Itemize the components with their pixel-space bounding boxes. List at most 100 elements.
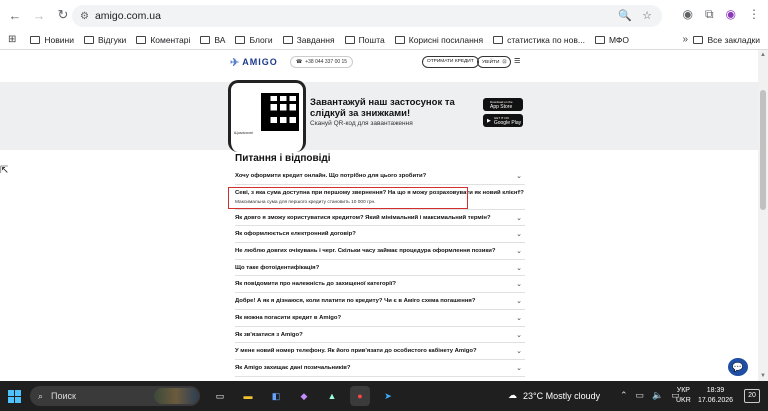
- folder-icon: [594, 35, 605, 44]
- copilot-icon[interactable]: ◆: [294, 386, 314, 406]
- search-icon: ⌕: [38, 390, 44, 401]
- camera-icon[interactable]: ◉: [682, 7, 692, 22]
- chevron-down-icon[interactable]: ⌄: [516, 331, 522, 339]
- chevron-down-icon[interactable]: ⌄: [516, 297, 522, 305]
- app-store-button[interactable]: Download on the App Store: [483, 98, 523, 111]
- chevron-down-icon[interactable]: ⌄: [516, 347, 522, 355]
- bookmark-item[interactable]: Пошта: [344, 35, 385, 45]
- volume-icon: 🔈: [652, 390, 664, 400]
- folder-icon: [235, 35, 246, 44]
- faq-question: Як повідомити про належність до захищено…: [235, 281, 397, 288]
- bookmark-item[interactable]: МФО: [594, 35, 629, 45]
- faq-item[interactable]: У мене новий номер телефону. Як його при…: [235, 343, 525, 360]
- star-icon[interactable]: ☆: [642, 9, 652, 22]
- faq-question: Хочу оформити кредит онлайн. Що потрібно…: [235, 173, 427, 179]
- chevron-down-icon[interactable]: ⌄: [516, 247, 522, 255]
- bookmarks-bar: ⊞ Новини Відгуки Коментарі ВА Блоги Завд…: [0, 30, 768, 50]
- forward-icon[interactable]: →: [30, 6, 48, 24]
- bookmark-item[interactable]: статистика по нов...: [493, 35, 585, 45]
- faq-question: Як довго я зможу користуватися кредитом?…: [235, 214, 491, 221]
- reload-icon[interactable]: ↻: [54, 6, 72, 24]
- language-indicator[interactable]: УКР UKR: [676, 386, 691, 406]
- weather-widget[interactable]: ☁ 23°C Mostly cloudy: [508, 390, 600, 401]
- faq-item[interactable]: Як оформлюється електронний договір? ⌄: [235, 226, 525, 244]
- qr-code: [258, 90, 302, 134]
- windows-icon[interactable]: [8, 390, 21, 403]
- menu-icon[interactable]: ⋮: [748, 7, 760, 22]
- folder-icon: [394, 35, 405, 44]
- get-credit-button[interactable]: ОТРИМАТИ КРЕДИТ: [422, 56, 479, 68]
- task-view-icon[interactable]: ▭: [210, 386, 230, 406]
- all-bookmarks-button[interactable]: Все закладки: [693, 35, 760, 45]
- chevron-down-icon[interactable]: ⌄: [516, 214, 522, 222]
- folder-icon: [200, 35, 211, 44]
- site-header: ✈ AMIGO ☎ +38 044 337 00 15 ОТРИМАТИ КРЕДИ…: [230, 52, 530, 72]
- login-button[interactable]: УВІЙТИ ⊡: [477, 56, 512, 68]
- site-logo[interactable]: ✈ AMIGO: [230, 56, 278, 69]
- folder-icon: [282, 35, 293, 44]
- banner-subtitle: Скануй QR-код для завантаження: [310, 120, 413, 127]
- windows-taskbar: ⌕ Поиск ▭ ▬ ◧ ◆ ▲ ● ➤ ☁ 23°C Mostly cloud…: [0, 381, 768, 411]
- banner-title: Завантажуй наш застосунок та слідкуй за …: [310, 97, 455, 119]
- hamburger-icon[interactable]: ≡: [514, 55, 520, 67]
- faq-item[interactable]: Як повідомити про належність до захищено…: [235, 276, 525, 294]
- folder-icon: [30, 35, 41, 44]
- mouse-cursor: ⇱: [0, 165, 9, 176]
- extensions-icon[interactable]: ⧉: [705, 7, 714, 22]
- chevron-down-icon[interactable]: ⌄: [516, 314, 522, 322]
- bookmark-item[interactable]: ВА: [200, 35, 225, 45]
- profile-icon[interactable]: ◉: [726, 7, 736, 22]
- bookmark-item[interactable]: Відгуки: [83, 35, 126, 45]
- faq-item[interactable]: Як можна погасити кредит в Amigo? ⌄: [235, 310, 525, 327]
- chrome-icon[interactable]: ●: [350, 386, 370, 406]
- faq-question: Як зв'язатися з Amigo?: [235, 331, 303, 338]
- chevron-down-icon[interactable]: ⌄: [516, 264, 522, 272]
- faq-item[interactable]: Як зв'язатися з Amigo? ⌄: [235, 327, 525, 344]
- faq-item[interactable]: Як довго я зможу користуватися кредитом?…: [235, 210, 525, 227]
- google-play-button[interactable]: ▶ GET IT ON Google Play: [483, 114, 523, 127]
- faq-item[interactable]: Як Amigo захищає дані позичальників? ⌄: [235, 360, 525, 377]
- search-highlight-image: [154, 388, 198, 404]
- faq-question: Як можна погасити кредит в Amigo?: [235, 314, 342, 321]
- site-info-icon[interactable]: ⚙: [80, 11, 89, 22]
- chevron-down-icon[interactable]: ⌄: [516, 364, 522, 372]
- chevron-down-icon[interactable]: ⌄: [516, 230, 522, 238]
- faq-item[interactable]: Не люблю довгих очікувань і черг. Скільк…: [235, 243, 525, 260]
- bookmark-item[interactable]: Новини: [30, 35, 74, 45]
- address-bar[interactable]: ⚙ amigo.com.ua 🔍 ☆: [72, 5, 662, 27]
- app-icon[interactable]: ▲: [322, 386, 342, 406]
- notifications-icon[interactable]: 20: [744, 389, 760, 403]
- chat-icon[interactable]: 💬: [728, 358, 748, 376]
- chevron-up-icon[interactable]: ⌃: [516, 189, 522, 197]
- more-bookmarks-button[interactable]: »: [682, 34, 688, 45]
- faq-question: Не люблю довгих очікувань і черг. Скільк…: [235, 248, 496, 255]
- page-scrollbar[interactable]: ▲ ▼: [758, 50, 768, 381]
- bookmark-item[interactable]: Корисні посилання: [394, 35, 483, 45]
- browser-toolbar: ← → ↻ ⚙ amigo.com.ua 🔍 ☆ ◉ ⧉ ◉ ⋮: [0, 0, 768, 30]
- chevron-down-icon[interactable]: ⌄: [516, 280, 522, 288]
- taskbar-search[interactable]: ⌕ Поиск: [30, 386, 200, 406]
- faq-item[interactable]: Добре! А як я дізнаюся, коли платити по …: [235, 293, 525, 310]
- system-tray[interactable]: ⌃ ▭ 🔈 ▭: [620, 390, 680, 401]
- highlight-box: [228, 187, 468, 209]
- phone-button[interactable]: ☎ +38 044 337 00 15: [290, 56, 354, 68]
- cloud-icon: ☁: [508, 390, 517, 400]
- faq-question: Що таке фотоідентифікація?: [235, 264, 320, 271]
- faq-item[interactable]: Хочу оформити кредит онлайн. Що потрібно…: [235, 168, 525, 185]
- faq-item[interactable]: Що таке фотоідентифікація? ⌄: [235, 260, 525, 277]
- telegram-icon[interactable]: ➤: [378, 386, 398, 406]
- store-icon[interactable]: ◧: [266, 386, 286, 406]
- apps-icon[interactable]: ⊞: [8, 34, 16, 45]
- clock[interactable]: 18:39 17.06.2026: [698, 386, 733, 406]
- bookmark-item[interactable]: Блоги: [235, 35, 273, 45]
- chevron-down-icon[interactable]: ⌄: [516, 172, 522, 180]
- file-explorer-icon[interactable]: ▬: [238, 386, 258, 406]
- network-icon: ▭: [635, 390, 645, 400]
- bookmark-item[interactable]: Завдання: [282, 35, 335, 45]
- phone-mockup-label: Щомісячні: [234, 130, 253, 135]
- bookmark-item[interactable]: Коментарі: [136, 35, 190, 45]
- faq-title: Питання і відповіді: [235, 153, 331, 164]
- url-text: amigo.com.ua: [94, 10, 161, 22]
- back-icon[interactable]: ←: [6, 6, 24, 24]
- zoom-icon[interactable]: 🔍: [618, 9, 632, 22]
